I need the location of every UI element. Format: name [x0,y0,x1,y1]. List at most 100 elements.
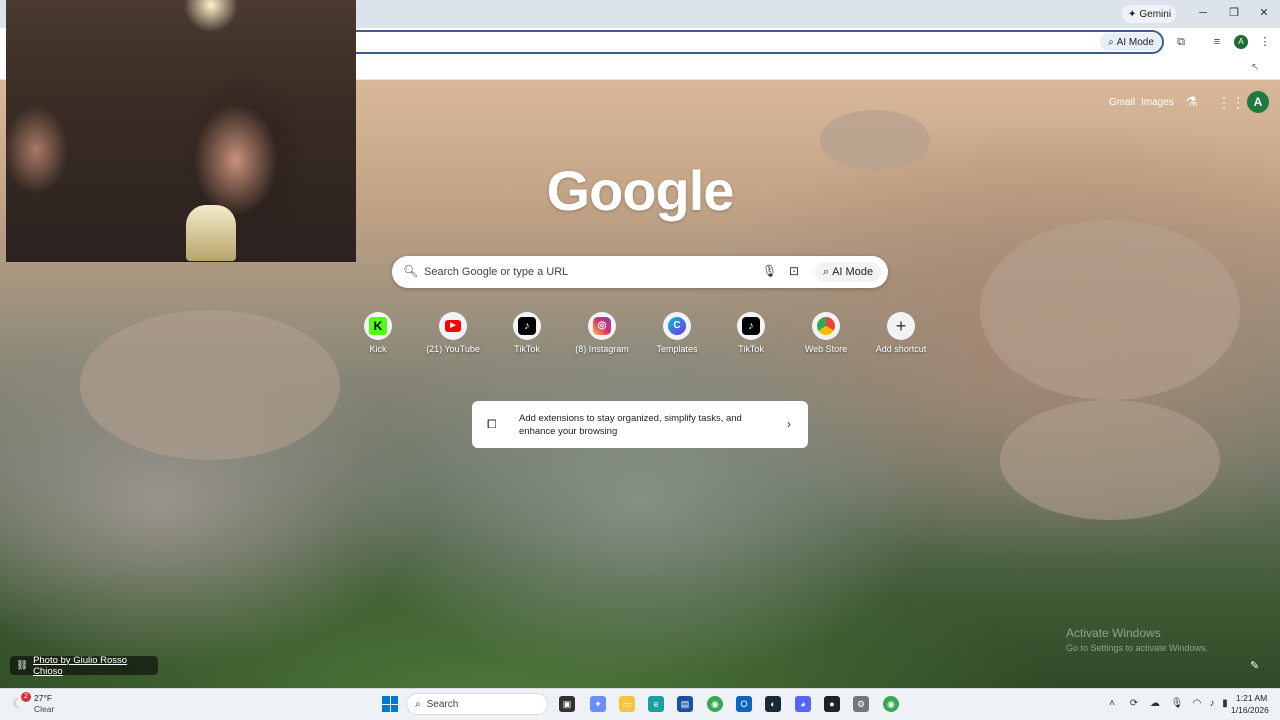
shortcut-label: (8) Instagram [575,344,629,354]
shortcut-label: TikTok [738,344,764,354]
weather-condition: Clear [34,704,55,714]
tray-chevron-up-icon[interactable]: ˄ [1105,697,1119,711]
tray-mic-icon[interactable]: 🎙︎ [1170,697,1184,711]
photo-credit-text: Photo by Giulio Rosso Chioso [33,654,128,677]
customize-pencil-icon[interactable]: ✎ [1250,659,1266,675]
microphone-icon[interactable]: 🎙︎ [762,264,777,278]
microphone-object [186,205,236,261]
taskbar-search[interactable]: ⌕ Search [406,693,548,715]
shortcut-templates[interactable]: C Templates [642,312,712,368]
shortcut-web-store[interactable]: Web Store [791,312,861,368]
gemini-label: Gemini [1139,8,1172,20]
restore-button[interactable]: ❐ [1227,6,1241,20]
instagram-icon: ◎ [593,317,611,335]
link-icon: ⛓ [16,660,29,671]
shortcut-icon-container [812,312,840,340]
weather-badge: 2 [21,692,31,702]
account-avatar[interactable]: A [1247,91,1269,113]
tab-search-icon[interactable]: ⧉ [1174,35,1188,49]
youtube-icon: ▶ [445,320,461,332]
chrome-icon[interactable]: ◉ [707,696,723,712]
shortcut-tiktok-2[interactable]: ♪ TikTok [716,312,786,368]
labs-flask-icon[interactable]: ⚗ [1186,94,1200,110]
steam-icon[interactable]: ◐ [765,696,781,712]
chrome-menu-icon[interactable]: ⋮ [1258,35,1272,49]
obs-icon[interactable]: ● [824,696,840,712]
shortcut-kick[interactable]: K Kick [343,312,413,368]
omnibox-ai-mode-label: AI Mode [1116,36,1154,48]
kick-icon: K [369,317,387,335]
shortcut-label: Templates [656,344,698,354]
settings-gear-icon[interactable]: ⚙ [853,696,869,712]
address-bar[interactable] [300,30,1164,54]
shortcut-icon-container: ◎ [588,312,616,340]
outlook-icon[interactable]: O [736,696,752,712]
webcam-overlay [6,0,356,262]
google-apps-icon[interactable]: ⋮⋮ [1217,94,1245,110]
shortcut-label: Web Store [804,344,848,354]
photo-credit-link[interactable]: ⛓ Photo by Giulio Rosso Chioso [10,654,158,677]
background-rock [80,310,340,460]
web-store-icon [817,317,835,335]
ai-mode-label: AI Mode [832,266,874,278]
clock-time[interactable]: 1:21 AM [1236,693,1267,703]
tray-volume-icon[interactable]: ♪ [1205,697,1219,711]
gmail-link[interactable]: Gmail [1109,97,1135,108]
omnibox-ai-mode-button[interactable]: ⌕ AI Mode [1100,33,1162,51]
edge-icon[interactable]: e [648,696,664,712]
shortcut-icon-container: K [364,312,392,340]
tray-cloud-icon[interactable]: ☁ [1148,697,1162,711]
weather-temperature: 27°F [34,693,53,703]
shortcut-icon-container: C [663,312,691,340]
google-lens-icon[interactable]: ⊡ [789,264,803,278]
minimize-button[interactable]: ─ [1196,6,1210,20]
tray-battery-icon[interactable]: ▮ [1218,697,1232,711]
shortcut-label: Kick [369,344,387,354]
images-link[interactable]: Images [1141,97,1174,108]
puzzle-piece-icon: ⧠ [487,417,497,431]
google-logo: Google [546,159,735,222]
shortcut-icon-container: + [887,312,915,340]
task-view-icon[interactable]: ▣ [559,696,575,712]
activate-windows-title: Activate Windows [1066,626,1161,640]
tiktok-icon: ♪ [518,317,536,335]
plus-icon: + [895,315,907,336]
taskbar-search-label: Search [426,698,459,710]
toolbar-profile-avatar[interactable]: A [1234,35,1248,49]
shortcut-icon-container: ♪ [737,312,765,340]
search-icon: 🔍︎ [403,264,419,278]
copilot-icon[interactable]: ✦ [590,696,606,712]
windows-start-icon[interactable] [382,696,398,712]
ai-search-icon: ⌕ [1108,36,1114,48]
background-rock [980,220,1240,400]
discord-icon[interactable]: ◕ [795,696,811,712]
ai-mode-button[interactable]: ⌕ AI Mode [815,262,881,282]
chrome-profile-icon[interactable]: ◉ [883,696,899,712]
close-button[interactable]: ✕ [1257,6,1271,20]
chevron-right-icon[interactable]: › [787,417,797,431]
shortcut-icon-container: ▶ [439,312,467,340]
shortcut-icon-container: ♪ [513,312,541,340]
shortcut-youtube[interactable]: ▶ (21) YouTube [418,312,488,368]
shortcut-label: Add shortcut [875,344,927,354]
tray-wifi-icon[interactable]: ◠ [1190,697,1204,711]
shortcut-add[interactable]: + Add shortcut [866,312,936,368]
shortcut-tiktok[interactable]: ♪ TikTok [492,312,562,368]
file-explorer-icon[interactable]: ▭ [619,696,635,712]
tray-sync-icon[interactable]: ⟳ [1127,697,1141,711]
tiktok-icon: ♪ [742,317,760,335]
ai-mode-icon: ⌕ [822,265,830,278]
extensions-promo-text: Add extensions to stay organized, simpli… [519,413,742,437]
shortcut-instagram[interactable]: ◎ (8) Instagram [567,312,637,368]
shortcut-label: TikTok [514,344,540,354]
canva-icon: C [668,317,686,335]
activate-windows-subtitle: Go to Settings to activate Windows. [1066,643,1209,653]
gemini-button[interactable]: ✦ Gemini [1122,5,1176,23]
search-input[interactable] [424,264,744,280]
reading-list-icon[interactable]: ≡ [1210,35,1224,49]
shortcut-label: (21) YouTube [426,344,480,354]
gemini-icon: ✦ [1128,8,1137,20]
background-rock [1000,400,1220,520]
store-icon[interactable]: ▤ [677,696,693,712]
clock-date[interactable]: 1/16/2026 [1231,705,1269,715]
